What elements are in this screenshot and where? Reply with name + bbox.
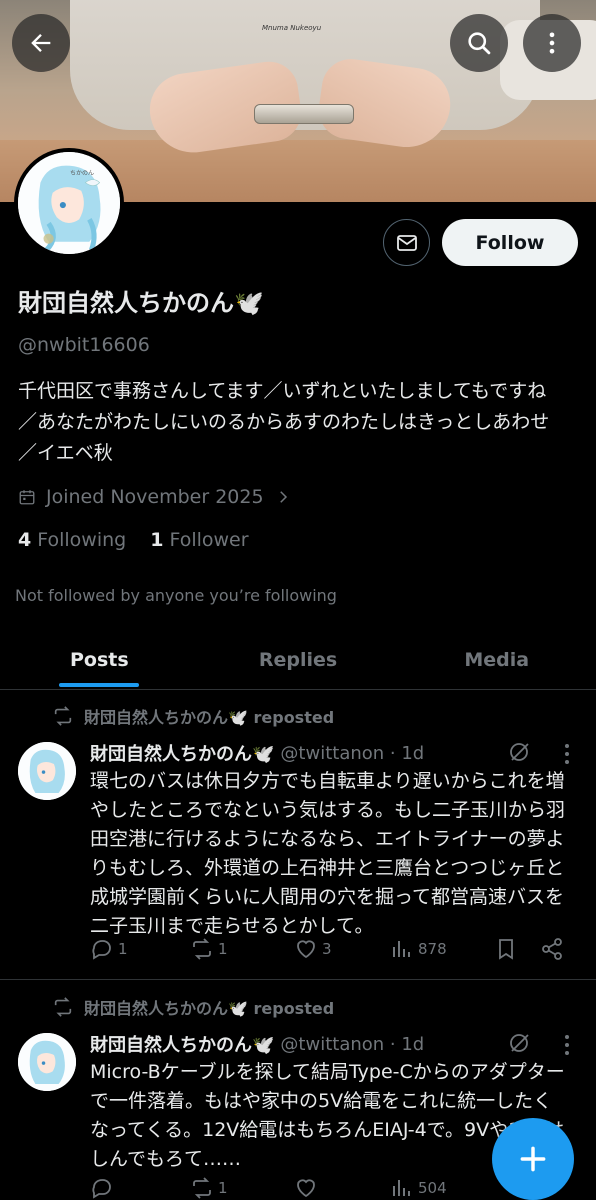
not-followed-notice: Not followed by anyone you’re following — [15, 586, 337, 605]
post-header: 財団自然人ちかのん🕊️ @twittanon · 1d — [90, 740, 424, 766]
calendar-icon — [19, 490, 35, 505]
post-more-icon[interactable] — [560, 1033, 574, 1057]
post-more-icon[interactable] — [560, 742, 574, 766]
display-name-text: 財団自然人ちかのん — [18, 289, 234, 317]
repost-indicator[interactable]: 財団自然人ちかのん🕊️ reposted — [52, 704, 334, 728]
tab-posts[interactable]: Posts — [0, 630, 199, 689]
repost-count: 1 — [218, 940, 228, 958]
views-button[interactable]: 878 — [390, 937, 447, 961]
repost-label: 財団自然人ちかのん🕊️ reposted — [84, 708, 335, 727]
post-actions: 1 1 3 878 — [90, 937, 580, 967]
reply-button[interactable]: 1 — [90, 937, 128, 961]
post-divider — [0, 979, 596, 980]
post-header: 財団自然人ちかのん🕊️ @twittanon · 1d — [90, 1031, 424, 1057]
repost-button[interactable]: 1 — [190, 937, 228, 961]
post-line: 田空港に行けるようになるなら、エイトライナーの夢よ — [90, 828, 565, 850]
views-icon — [393, 1180, 410, 1196]
search-icon — [468, 32, 491, 55]
profile-handle: @nwbit16606 — [18, 334, 150, 356]
tab-replies[interactable]: Replies — [199, 630, 398, 689]
post-handle-time[interactable]: @twittanon · 1d — [280, 743, 424, 764]
avatar-caption: ちかのん — [70, 170, 95, 177]
post-author-name[interactable]: 財団自然人ちかのん🕊️ — [90, 1031, 274, 1057]
followers-link[interactable]: 1 Follower — [150, 529, 248, 551]
post-text: 環七のバスは休日夕方でも自転車より遅いからこれを増 やしたところでなという気はす… — [90, 767, 580, 941]
post-line: りもむしろ、外環道の上石神井と三鷹台とつつじヶ丘と — [90, 857, 565, 879]
profile-avatar[interactable]: ちかのん — [14, 148, 124, 258]
like-button[interactable]: 3 — [294, 937, 332, 961]
views-icon — [393, 941, 410, 957]
like-button[interactable] — [294, 1176, 322, 1200]
post-line: 成城学園前くらいに人間用の穴を掘って都営高速バスを — [90, 886, 565, 908]
banner-phone — [254, 104, 354, 124]
tab-media[interactable]: Media — [397, 630, 596, 689]
joined-date[interactable]: Joined November 2025 — [18, 486, 292, 508]
repost-label: 財団自然人ちかのん🕊️ reposted — [84, 999, 335, 1018]
envelope-icon — [396, 234, 417, 251]
joined-text: Joined November 2025 — [46, 486, 264, 508]
post-avatar[interactable] — [18, 1033, 76, 1091]
more-vertical-icon — [549, 32, 555, 54]
search-button[interactable] — [450, 14, 508, 72]
following-label: Following — [37, 529, 127, 551]
post-author-name[interactable]: 財団自然人ちかのん🕊️ — [90, 740, 274, 766]
dove-emoji: 🕊️ — [234, 289, 264, 317]
chevron-right-icon — [279, 491, 287, 503]
views-button[interactable]: 504 — [390, 1176, 447, 1200]
post-line: Micro-Bケーブルを探して結局Type-Cからのアダプター — [90, 1061, 565, 1083]
share-button[interactable] — [540, 937, 564, 961]
repost-icon — [54, 997, 72, 1017]
avatar-illustration — [18, 1033, 76, 1091]
repost-icon — [193, 938, 211, 960]
reply-icon — [92, 940, 111, 960]
profile-tabs: Posts Replies Media — [0, 630, 596, 690]
repost-indicator[interactable]: 財団自然人ちかのん🕊️ reposted — [52, 995, 334, 1019]
heart-icon — [297, 940, 315, 959]
grok-icon[interactable] — [508, 740, 532, 764]
heart-icon — [297, 1179, 315, 1198]
repost-icon — [54, 706, 72, 726]
avatar-illustration — [18, 152, 120, 254]
share-icon — [542, 938, 562, 960]
follower-label: Follower — [169, 529, 249, 551]
profile-stats: 4 Following 1 Follower — [18, 529, 249, 551]
bio-line: ／イエベ秋 — [18, 442, 113, 464]
compose-button[interactable] — [492, 1118, 574, 1200]
reply-count: 1 — [118, 940, 128, 958]
follow-button[interactable]: Follow — [442, 219, 578, 266]
like-count: 3 — [322, 940, 332, 958]
following-count: 4 — [18, 529, 32, 551]
follower-count: 1 — [150, 529, 164, 551]
bio-line: 千代田区で事務さんしてます／いずれといたしましてもですね — [18, 380, 547, 402]
grok-icon[interactable] — [508, 1031, 532, 1055]
message-button[interactable] — [383, 219, 430, 266]
views-count: 504 — [418, 1179, 447, 1197]
profile-bio: 千代田区で事務さんしてます／いずれといたしましてもですね ／あなたがわたしにいの… — [18, 376, 584, 469]
arrow-left-icon — [31, 34, 51, 52]
avatar-illustration — [18, 742, 76, 800]
post-line: 環七のバスは休日夕方でも自転車より遅いからこれを増 — [90, 770, 565, 792]
repost-icon — [193, 1177, 211, 1199]
bookmark-button[interactable] — [494, 937, 518, 961]
plus-icon — [520, 1146, 546, 1172]
more-options-button[interactable] — [523, 14, 581, 72]
views-count: 878 — [418, 940, 447, 958]
post-avatar[interactable] — [18, 742, 76, 800]
profile-display-name: 財団自然人ちかのん🕊️ — [18, 283, 264, 318]
post-line: で一件落着。もはや家中の5V給電をこれに統一したく — [90, 1090, 553, 1112]
bio-line: ／あなたがわたしにいのるからあすのわたしはきっとしあわせ — [18, 411, 550, 433]
repost-count: 1 — [218, 1179, 228, 1197]
reply-icon — [92, 1179, 111, 1199]
following-link[interactable]: 4 Following — [18, 529, 126, 551]
bookmark-icon — [499, 939, 513, 960]
post-line: やしたところでなという気はする。もし二子玉川から羽 — [90, 799, 566, 821]
post-handle-time[interactable]: @twittanon · 1d — [280, 1034, 424, 1055]
active-tab-indicator — [59, 683, 139, 687]
reply-button[interactable] — [90, 1176, 118, 1200]
banner-shirt-text: Mnuma Nukeoyu — [262, 24, 322, 32]
repost-button[interactable]: 1 — [190, 1176, 228, 1200]
back-button[interactable] — [12, 14, 70, 72]
